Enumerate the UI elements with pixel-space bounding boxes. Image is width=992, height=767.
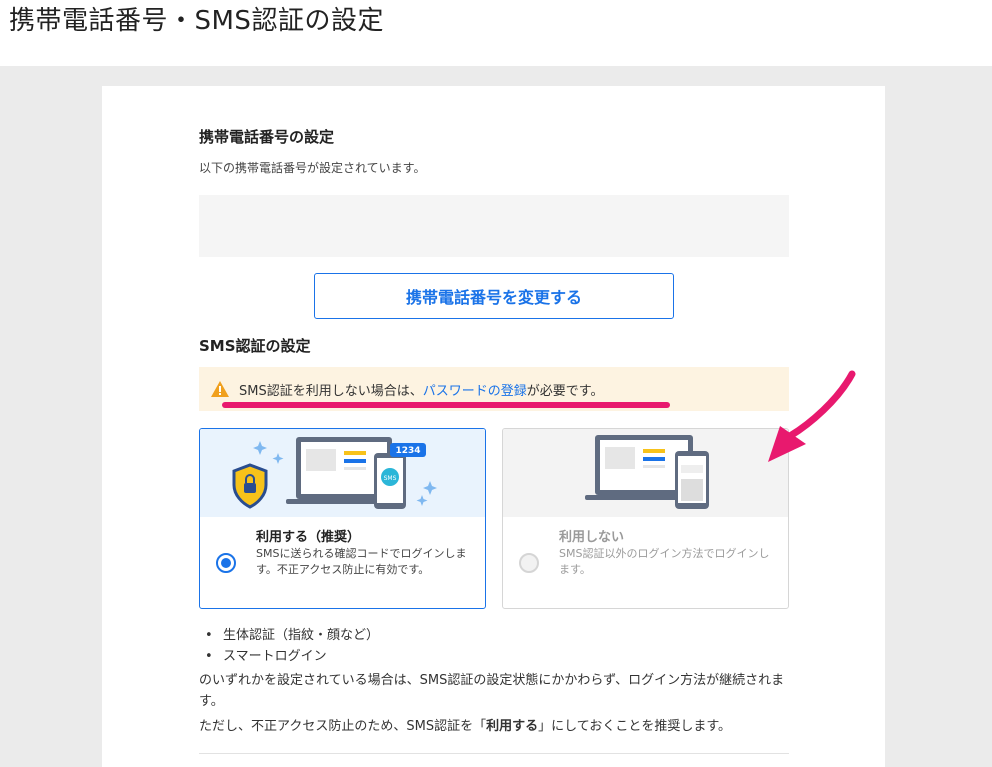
recommend-prefix: ただし、不正アクセス防止のため、SMS認証を「 bbox=[199, 719, 487, 734]
login-method-list: 生体認証（指紋・顔など） スマートログイン bbox=[205, 625, 379, 667]
phone-section-description: 以下の携帯電話番号が設定されています。 bbox=[199, 161, 426, 175]
sms-note-continuation: のいずれかを設定されている場合は、SMS認証の設定状態にかかわらず、ログイン方法… bbox=[199, 673, 785, 709]
sms-use-illustration: SMS 1234 bbox=[200, 429, 485, 517]
code-badge-text: 1234 bbox=[395, 446, 420, 456]
radio-use-selected[interactable] bbox=[216, 553, 236, 573]
recommend-bold: 利用する bbox=[486, 719, 539, 734]
phone-number-box bbox=[199, 195, 789, 257]
sms-section-heading: SMS認証の設定 bbox=[199, 337, 311, 355]
radio-not-use[interactable] bbox=[519, 553, 539, 573]
sms-option-use[interactable]: SMS 1234 利用する（推奨） SMSに送られる確認コードでログインします。… bbox=[199, 428, 486, 609]
password-register-link[interactable]: パスワードの登録 bbox=[423, 380, 527, 399]
warning-icon bbox=[211, 381, 229, 397]
warning-text-suffix: が必要です。 bbox=[526, 383, 604, 399]
change-phone-button[interactable]: 携帯電話番号を変更する bbox=[314, 273, 674, 319]
sms-option-not-use-description: SMS認証以外のログイン方法でログインします。 bbox=[559, 547, 770, 576]
recommend-suffix: 」にしておくことを推奨します。 bbox=[538, 719, 732, 734]
sms-not-use-illustration bbox=[503, 429, 788, 517]
list-item: 生体認証（指紋・顔など） bbox=[205, 625, 379, 646]
annotation-arrow-icon bbox=[768, 370, 856, 462]
sms-option-not-use-title: 利用しない bbox=[559, 530, 625, 545]
sms-option-not-use[interactable]: 利用しない SMS認証以外のログイン方法でログインします。 bbox=[502, 428, 789, 609]
highlight-underline bbox=[222, 402, 670, 408]
phone-section-heading: 携帯電話番号の設定 bbox=[199, 128, 335, 146]
warning-text-prefix: SMS認証を利用しない場合は、 bbox=[239, 383, 423, 399]
page-header: 携帯電話番号・SMS認証の設定 bbox=[0, 0, 992, 66]
page-title: 携帯電話番号・SMS認証の設定 bbox=[9, 6, 384, 36]
list-item: スマートログイン bbox=[205, 646, 379, 667]
sms-note-recommendation: ただし、不正アクセス防止のため、SMS認証を「利用する」にしておくことを推奨しま… bbox=[199, 716, 789, 737]
divider bbox=[199, 753, 789, 754]
sms-bubble-text: SMS bbox=[384, 475, 397, 482]
sms-option-use-description: SMSに送られる確認コードでログインします。不正アクセス防止に有効です。 bbox=[256, 547, 467, 576]
sms-option-use-title: 利用する（推奨） bbox=[256, 530, 361, 545]
